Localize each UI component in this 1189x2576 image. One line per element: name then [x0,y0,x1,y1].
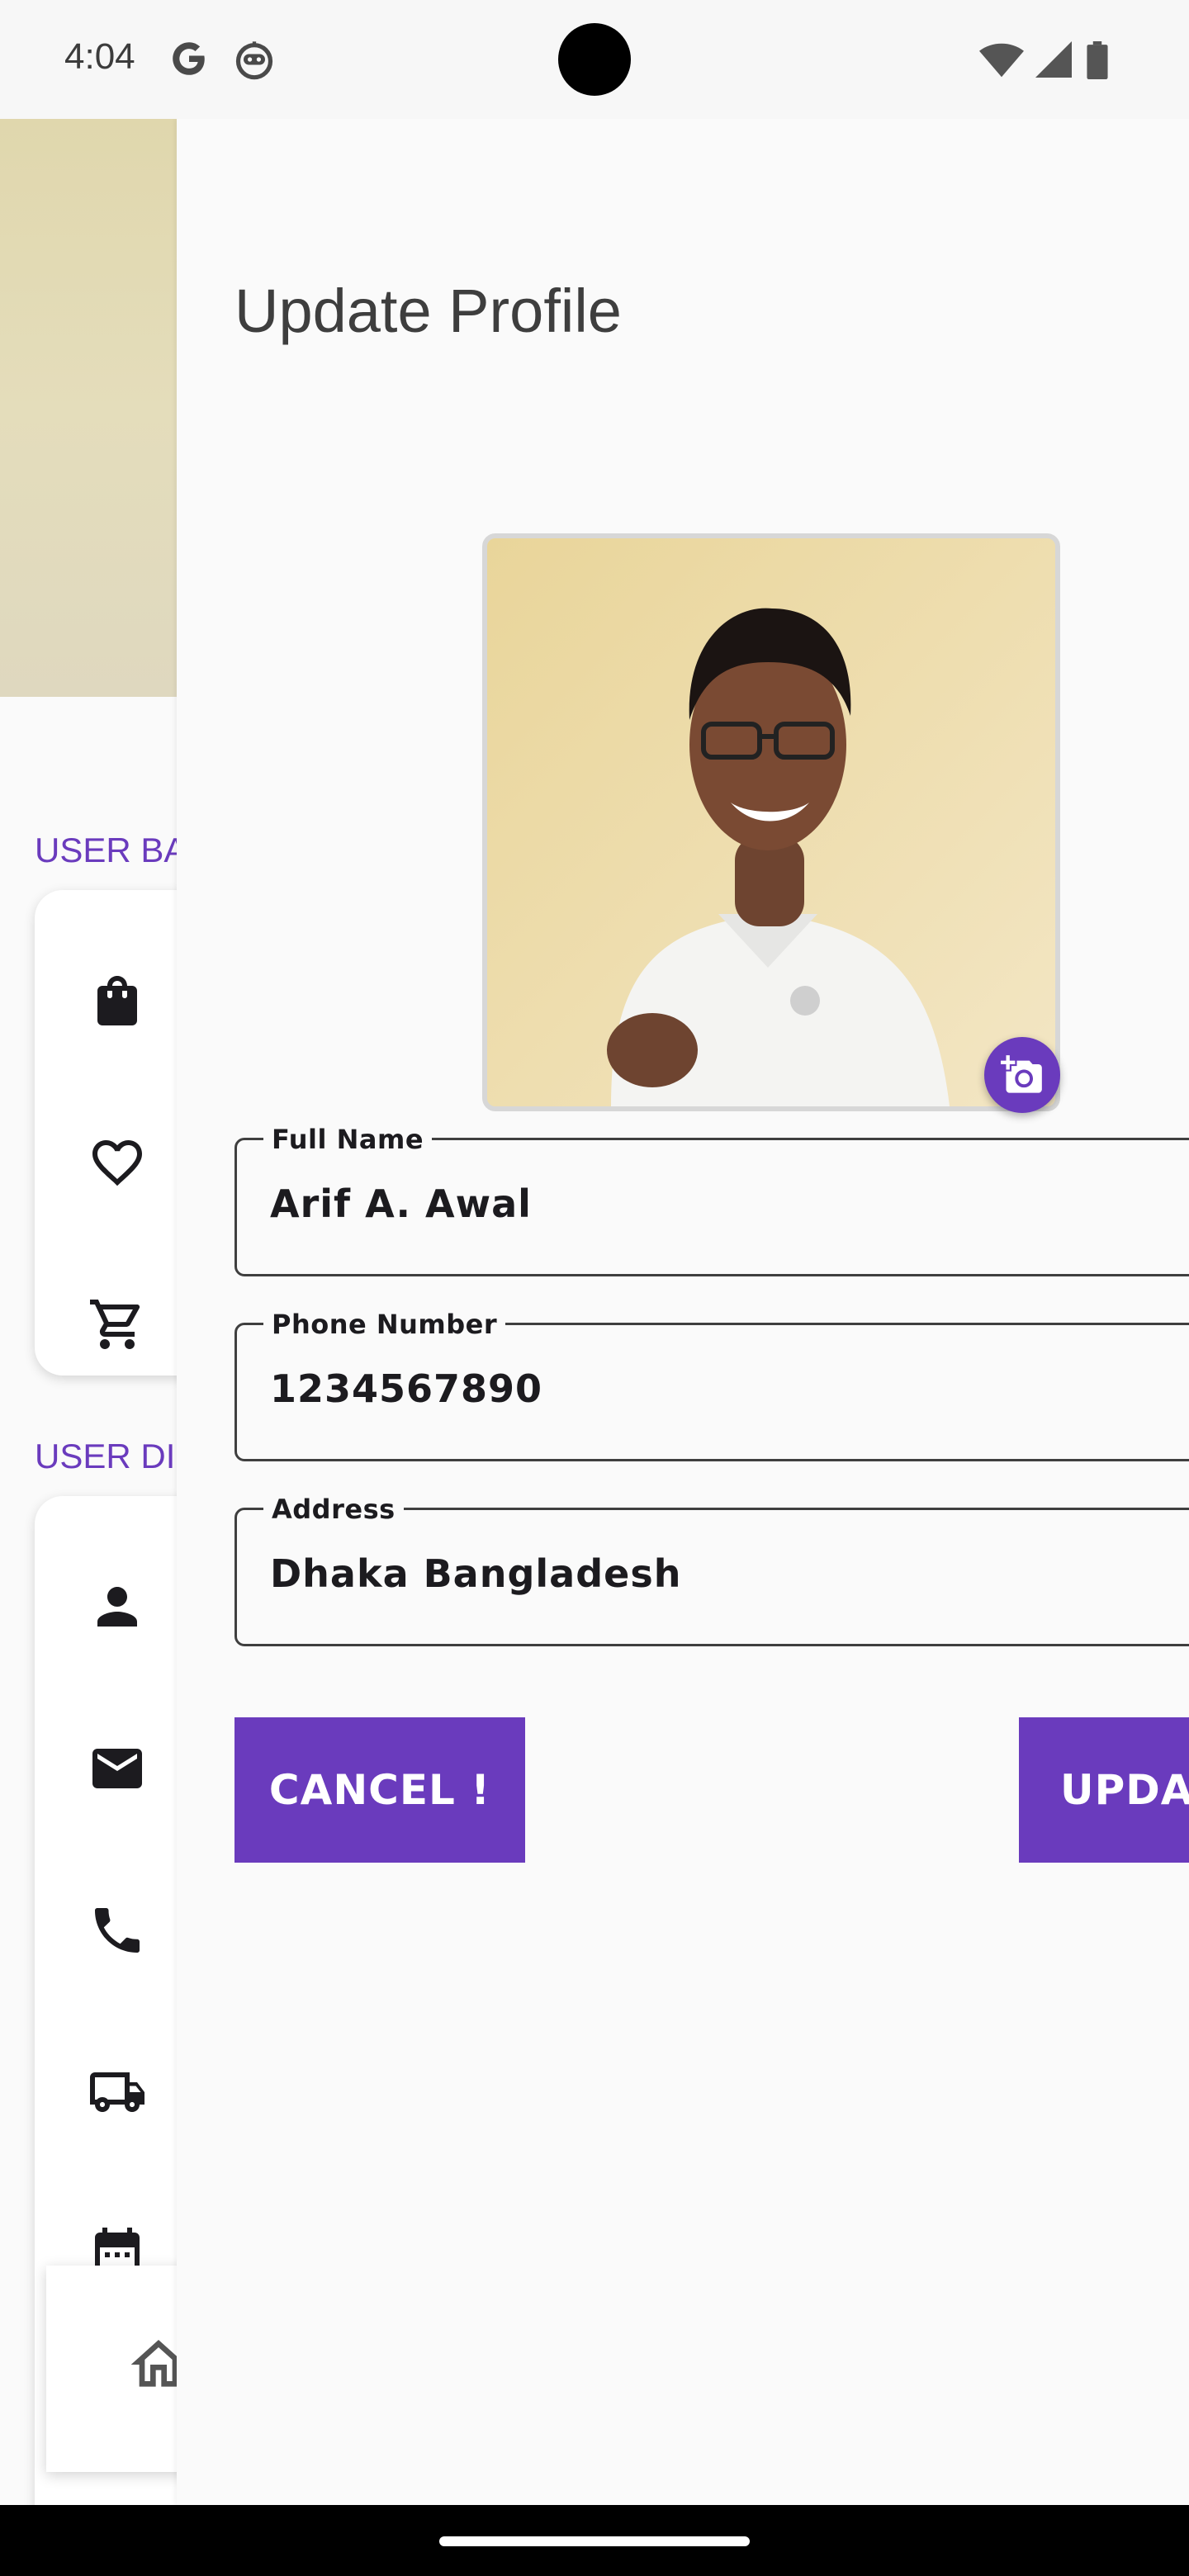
battery-icon [1087,41,1108,79]
truck-icon[interactable] [88,2062,147,2122]
system-navigation-bar [0,2505,1189,2576]
background-screen: USER BA USER DI [0,119,177,2505]
heart-icon[interactable] [88,1133,147,1192]
phone-number-value[interactable]: 1234567890 [270,1366,542,1411]
section-title-user-details: USER DI [35,1437,176,1475]
home-icon[interactable] [126,2332,177,2398]
profile-photo[interactable] [482,533,1060,1111]
address-field[interactable]: Address Dhaka Bangladesh [234,1494,1189,1646]
cancel-button[interactable]: CANCEL ! [234,1717,525,1863]
google-icon [173,42,205,75]
phone-icon[interactable] [88,1901,147,1960]
phone-number-field[interactable]: Phone Number 1234567890 [234,1309,1189,1461]
status-bar: 4:04 [0,0,1189,119]
phone-number-label: Phone Number [263,1309,506,1340]
add-photo-button[interactable] [984,1037,1060,1113]
wifi-icon [979,43,1024,78]
cart-icon[interactable] [88,1295,147,1354]
banner-image [0,119,177,697]
bottom-navigation [46,2266,177,2472]
update-profile-panel: Update Profile Full Name Arif A. Awal Ph… [177,119,1189,2505]
full-name-field[interactable]: Full Name Arif A. Awal [234,1124,1189,1276]
add-a-photo-icon [1001,1055,1042,1093]
page-title: Update Profile [234,277,622,345]
person-icon[interactable] [88,1577,147,1636]
mail-icon[interactable] [88,1739,147,1798]
camera-cutout [558,23,631,96]
address-label: Address [263,1494,404,1525]
gesture-handle[interactable] [439,2536,750,2546]
full-name-label: Full Name [263,1124,433,1155]
full-name-value[interactable]: Arif A. Awal [270,1181,532,1226]
bot-icon [235,41,273,80]
status-time: 4:04 [64,36,135,77]
profile-photo-image [487,538,1055,1106]
address-value[interactable]: Dhaka Bangladesh [270,1551,681,1596]
signal-icon [1035,41,1072,78]
section-title-user-bag: USER BA [35,831,177,869]
user-bag-card [35,890,177,1376]
update-button[interactable]: UPDAT [1019,1717,1189,1863]
shopping-bag-icon[interactable] [88,971,147,1030]
